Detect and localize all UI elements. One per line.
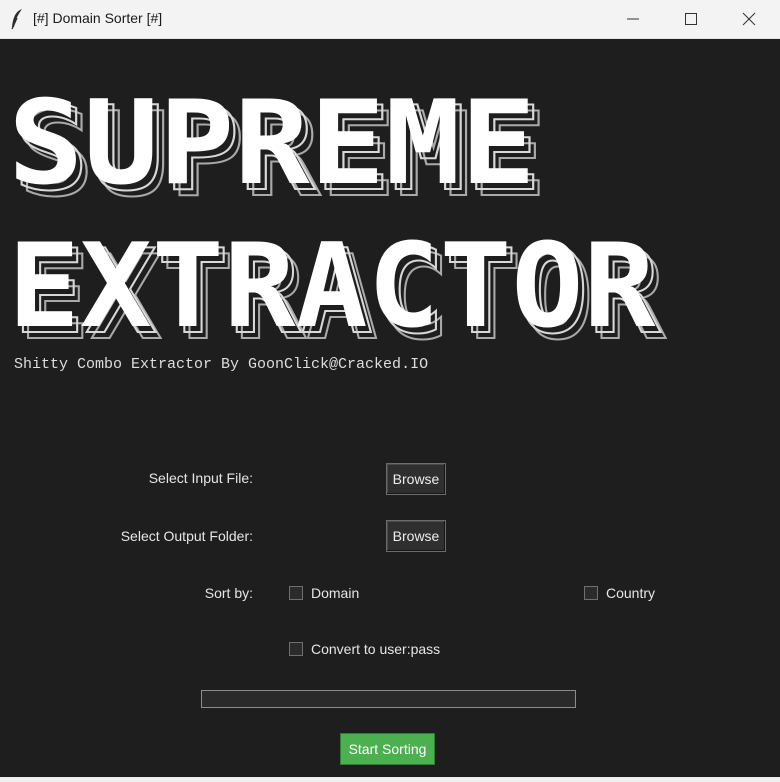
minimize-button[interactable] [604, 0, 662, 38]
close-button[interactable] [720, 0, 778, 38]
close-icon [742, 12, 756, 26]
country-checkbox-label[interactable]: Country [606, 585, 655, 601]
feather-icon [10, 8, 24, 30]
progress-bar [201, 690, 576, 708]
convert-checkbox-label[interactable]: Convert to user:pass [311, 641, 440, 657]
minimize-icon [627, 18, 639, 20]
subtitle: Shitty Combo Extractor By GoonClick@Crac… [14, 356, 429, 373]
domain-checkbox[interactable] [289, 586, 303, 600]
browse-output-button[interactable]: Browse [386, 520, 446, 552]
browse-input-button[interactable]: Browse [386, 463, 446, 495]
sort-by-label: Sort by: [204, 585, 253, 601]
country-checkbox[interactable] [584, 586, 598, 600]
window-bottom-edge [0, 777, 780, 782]
input-file-label: Select Input File: [148, 470, 253, 486]
banner-title-extractor: EXTRACTOR [8, 219, 656, 354]
banner-line-1: SUPREME SUPREME SUPREME [8, 76, 548, 223]
output-folder-label: Select Output Folder: [120, 528, 253, 544]
window-title: [#] Domain Sorter [#] [33, 10, 163, 26]
maximize-button[interactable] [662, 0, 720, 38]
convert-checkbox[interactable] [289, 642, 303, 656]
domain-checkbox-label[interactable]: Domain [311, 585, 359, 601]
start-sorting-button[interactable]: Start Sorting [340, 733, 435, 765]
banner-line-2: EXTRACTOR EXTRACTOR EXTRACTOR [8, 219, 667, 366]
maximize-icon [685, 13, 697, 25]
banner-title-supreme: SUPREME [8, 76, 536, 211]
title-bar: [#] Domain Sorter [#] [0, 0, 780, 39]
